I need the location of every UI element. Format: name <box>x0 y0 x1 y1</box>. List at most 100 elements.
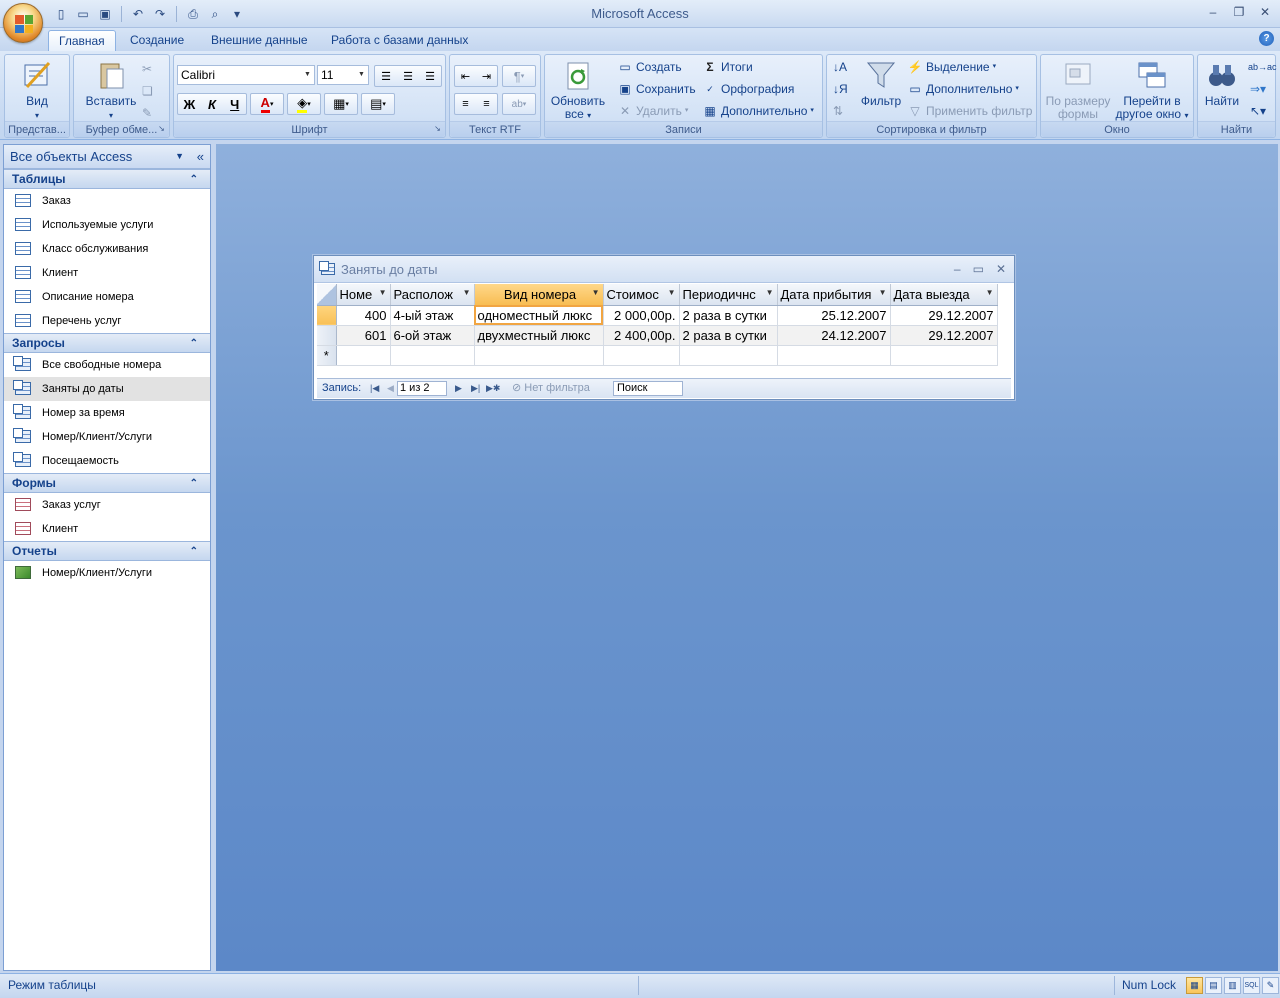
close-icon[interactable]: ✕ <box>1256 4 1274 20</box>
bold-button[interactable]: Ж <box>178 97 201 112</box>
column-header[interactable]: Стоимос ▼ <box>603 284 680 306</box>
office-button[interactable] <box>3 3 43 43</box>
font-launcher-icon[interactable]: ↘ <box>432 124 443 135</box>
nav-item-query[interactable]: Посещаемость <box>4 449 210 473</box>
align-left-icon[interactable]: ☰ <box>375 70 397 83</box>
table-cell[interactable]: 2 400,00р. <box>603 325 680 346</box>
restore-icon[interactable]: ❐ <box>1230 4 1248 20</box>
table-cell[interactable] <box>390 345 475 366</box>
fill-color-button[interactable]: ◈ ▾ <box>287 93 321 115</box>
view-button[interactable]: Вид ▾ <box>13 59 61 122</box>
clipboard-launcher-icon[interactable]: ↘ <box>156 124 167 135</box>
help-icon[interactable]: ? <box>1259 31 1274 46</box>
sort-descending-icon[interactable]: ↓Я <box>833 79 848 99</box>
pivot-chart-icon[interactable]: ▥ <box>1224 977 1241 994</box>
table-cell[interactable]: 6-ой этаж <box>390 325 475 346</box>
nav-section-forms[interactable]: Формы ⌃ <box>4 473 210 493</box>
numbered-list-icon[interactable]: ≡ <box>455 98 476 110</box>
table-cell[interactable]: 25.12.2007 <box>777 305 891 326</box>
search-input[interactable]: Поиск <box>613 381 683 396</box>
column-header[interactable]: Номе ▼ <box>336 284 391 306</box>
tab-database-tools[interactable]: Работа с базами данных <box>321 30 478 51</box>
column-header[interactable]: Периодичнс ▼ <box>679 284 778 306</box>
nav-item-report[interactable]: Номер/Клиент/Услуги <box>4 561 210 585</box>
spelling-button[interactable]: ✓ Орфография <box>702 79 794 99</box>
italic-button[interactable]: К <box>201 97 224 112</box>
sql-view-icon[interactable]: SQL <box>1243 977 1260 994</box>
table-cell[interactable]: 29.12.2007 <box>890 305 998 326</box>
switch-windows-button[interactable]: Перейти в другое окно ▾ <box>1113 59 1191 122</box>
table-cell[interactable]: 601 <box>336 325 391 346</box>
clear-sort-icon[interactable]: ⇅ <box>833 101 843 121</box>
column-header[interactable]: Дата выезда ▼ <box>890 284 998 306</box>
refresh-all-button[interactable]: Обновить все ▾ <box>547 59 609 122</box>
close-icon[interactable]: ✕ <box>996 256 1006 283</box>
chevron-down-icon[interactable]: ▼ <box>766 288 774 297</box>
nav-item-query[interactable]: Все свободные номера <box>4 353 210 377</box>
collapse-pane-icon[interactable]: « <box>197 145 204 168</box>
nav-item-form[interactable]: Клиент <box>4 517 210 541</box>
table-cell[interactable]: 400 <box>336 305 391 326</box>
tab-home[interactable]: Главная <box>48 30 116 51</box>
more-records-button[interactable]: ▦ Дополнительно ▾ <box>702 101 814 121</box>
font-size-combo[interactable]: 11 ▼ <box>317 65 369 85</box>
row-selector[interactable] <box>317 325 337 346</box>
new-row-marker[interactable]: * <box>317 345 337 366</box>
record-position-input[interactable]: 1 из 2 <box>397 381 447 396</box>
save-record-button[interactable]: ▣ Сохранить <box>617 79 695 99</box>
go-to-icon[interactable]: ⇒▾ <box>1250 79 1266 99</box>
datasheet-view-icon[interactable]: ▦ <box>1186 977 1203 994</box>
increase-indent-icon[interactable]: ⇥ <box>476 70 497 83</box>
find-button[interactable]: Найти <box>1200 59 1244 108</box>
select-all-corner[interactable] <box>317 284 337 306</box>
highlight-button[interactable]: ab ▾ <box>502 93 536 115</box>
new-record-icon[interactable]: ▶✱ <box>486 379 500 398</box>
nav-item-table[interactable]: Используемые услуги <box>4 213 210 237</box>
nav-section-reports[interactable]: Отчеты ⌃ <box>4 541 210 561</box>
nav-item-query[interactable]: Номер/Клиент/Услуги <box>4 425 210 449</box>
first-record-icon[interactable]: |◀ <box>370 379 379 398</box>
table-cell[interactable] <box>474 345 604 366</box>
nav-item-table[interactable]: Описание номера <box>4 285 210 309</box>
table-cell[interactable]: 2 раза в сутки <box>679 325 778 346</box>
replace-icon[interactable]: ab→ac <box>1248 57 1277 77</box>
advanced-filter-button[interactable]: ▭ Дополнительно ▾ <box>907 79 1019 99</box>
nav-item-table[interactable]: Клиент <box>4 261 210 285</box>
size-to-fit-button[interactable]: По размеру формы <box>1043 59 1113 121</box>
nav-item-table[interactable]: Заказ <box>4 189 210 213</box>
table-cell[interactable]: 24.12.2007 <box>777 325 891 346</box>
table-cell[interactable]: 2 000,00р. <box>603 305 680 326</box>
cut-icon[interactable]: ✂ <box>142 59 152 79</box>
column-header[interactable]: Дата прибытия ▼ <box>777 284 891 306</box>
previous-record-icon[interactable]: ◀ <box>387 379 394 398</box>
font-color-button[interactable]: A ▾ <box>250 93 284 115</box>
table-cell[interactable] <box>890 345 998 366</box>
alternate-fill-button[interactable]: ▤ ▾ <box>361 93 395 115</box>
nav-item-query[interactable]: Номер за время <box>4 401 210 425</box>
nav-pane-header[interactable]: Все объекты Access ▼ « <box>4 145 210 169</box>
decrease-indent-icon[interactable]: ⇤ <box>455 70 476 83</box>
nav-section-tables[interactable]: Таблицы ⌃ <box>4 169 210 189</box>
tab-external-data[interactable]: Внешние данные <box>201 30 318 51</box>
filter-status-button[interactable]: ⊘ Нет фильтра <box>512 379 590 398</box>
minimize-icon[interactable]: – <box>1204 4 1222 20</box>
pivot-table-icon[interactable]: ▤ <box>1205 977 1222 994</box>
column-header-selected[interactable]: Вид номера ▼ <box>474 284 604 306</box>
totals-button[interactable]: Σ Итоги <box>702 57 752 77</box>
nav-section-queries[interactable]: Запросы ⌃ <box>4 333 210 353</box>
filter-button[interactable]: Фильтр <box>859 59 903 108</box>
last-record-icon[interactable]: ▶| <box>471 379 480 398</box>
gridlines-button[interactable]: ▦ ▾ <box>324 93 358 115</box>
column-header[interactable]: Располож ▼ <box>390 284 475 306</box>
align-center-icon[interactable]: ☰ <box>397 70 419 83</box>
nav-item-query-selected[interactable]: Заняты до даты <box>4 377 210 401</box>
bullet-list-icon[interactable]: ≡ <box>476 98 497 110</box>
table-cell[interactable]: 4-ый этаж <box>390 305 475 326</box>
paragraph-direction-button[interactable]: ¶ ▾ <box>502 65 536 87</box>
toggle-filter-button[interactable]: ▽ Применить фильтр <box>907 101 1032 121</box>
format-painter-icon[interactable]: ✎ <box>142 103 152 123</box>
chevron-down-icon[interactable]: ▼ <box>592 288 600 297</box>
chevron-down-icon[interactable]: ▼ <box>668 288 676 297</box>
font-family-combo[interactable]: Calibri ▼ <box>177 65 315 85</box>
underline-button[interactable]: Ч <box>223 97 246 112</box>
